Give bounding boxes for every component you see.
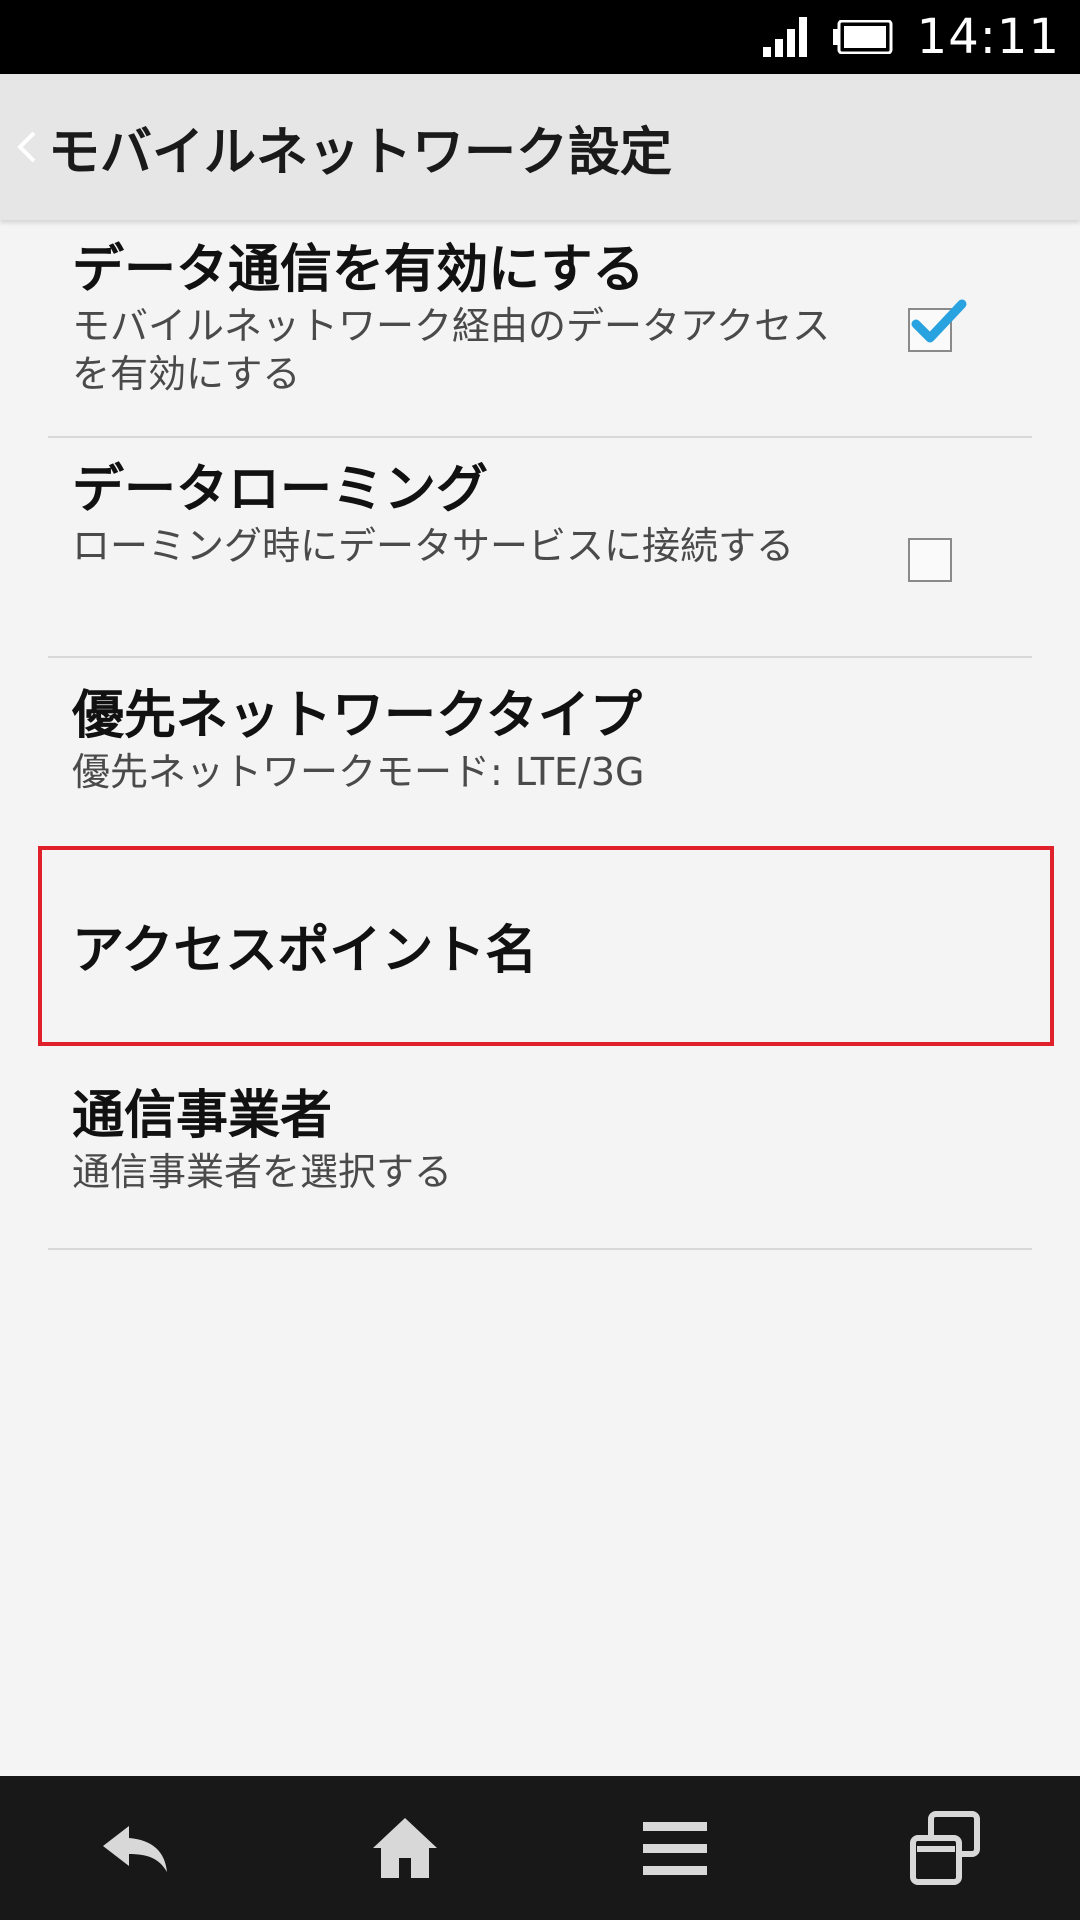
setting-data-enabled[interactable]: データ通信を有効にする モバイルネットワーク経由のデータアクセスを有効にする: [0, 222, 1080, 438]
setting-summary: モバイルネットワーク経由のデータアクセスを有効にする: [72, 304, 831, 396]
setting-title: 優先ネットワークタイプ: [72, 686, 642, 746]
chevron-left-icon[interactable]: [14, 127, 38, 167]
data-enabled-checkbox[interactable]: [908, 299, 967, 352]
setting-summary: 優先ネットワークモード: LTE/3G: [72, 750, 645, 794]
nav-bar: [0, 1776, 1080, 1920]
setting-title: データローミング: [72, 460, 489, 520]
signal-icon: [762, 17, 807, 57]
setting-title: 通信事業者: [72, 1086, 333, 1146]
recent-apps-icon: [910, 1811, 980, 1885]
highlight-box: [38, 846, 1054, 1046]
status-icons: 14:11: [762, 0, 1060, 74]
battery-icon: [832, 20, 893, 54]
setting-title: データ通信を有効にする: [72, 240, 645, 300]
screen: 14:11 モバイルネットワーク設定 データ通信を有効にする モバイルネットワー…: [0, 0, 1080, 1920]
setting-data-roaming[interactable]: データローミング ローミング時にデータサービスに接続する: [0, 438, 1080, 658]
checkmark-icon: [911, 299, 967, 343]
menu-icon: [643, 1822, 707, 1875]
nav-menu-button[interactable]: [540, 1776, 810, 1920]
setting-preferred-network-type[interactable]: 優先ネットワークタイプ 優先ネットワークモード: LTE/3G: [0, 658, 1080, 848]
status-time: 14:11: [916, 9, 1060, 65]
setting-summary: 通信事業者を選択する: [72, 1150, 453, 1194]
page-title: モバイルネットワーク設定: [48, 122, 673, 183]
home-icon: [373, 1818, 437, 1878]
nav-home-button[interactable]: [270, 1776, 540, 1920]
action-bar[interactable]: モバイルネットワーク設定: [0, 74, 1080, 220]
status-bar: 14:11: [0, 0, 1080, 74]
settings-list: データ通信を有効にする モバイルネットワーク経由のデータアクセスを有効にする デ…: [0, 222, 1080, 1250]
back-arrow-icon: [103, 1826, 167, 1872]
data-roaming-checkbox[interactable]: [908, 538, 952, 582]
setting-summary: ローミング時にデータサービスに接続する: [72, 524, 795, 568]
nav-back-button[interactable]: [0, 1776, 270, 1920]
nav-recent-apps-button[interactable]: [810, 1776, 1080, 1920]
divider: [48, 1248, 1032, 1250]
setting-network-operators[interactable]: 通信事業者 通信事業者を選択する: [0, 1054, 1080, 1250]
